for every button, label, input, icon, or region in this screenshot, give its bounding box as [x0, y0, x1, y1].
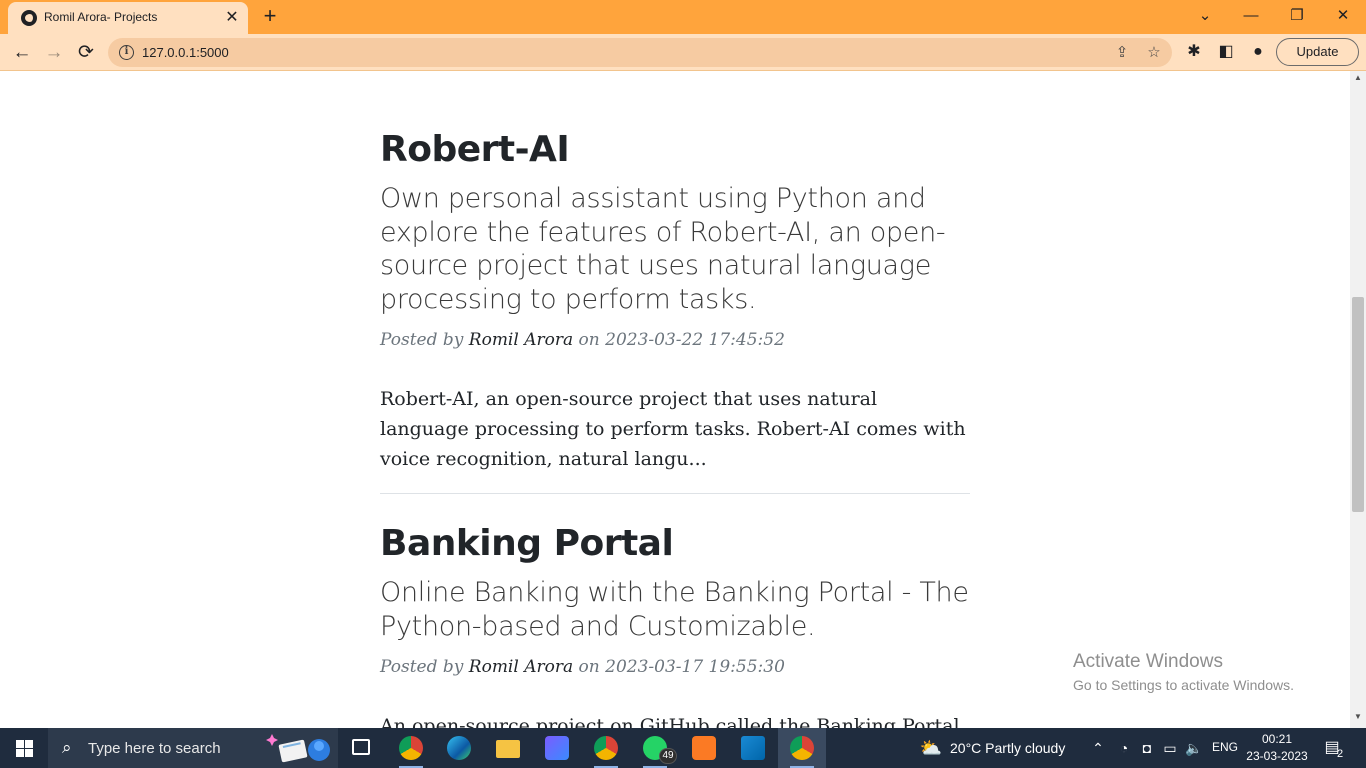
post-divider [380, 493, 970, 494]
notification-count: 2 [1337, 748, 1344, 760]
windows-logo-icon [16, 740, 24, 748]
minimize-button[interactable]: — [1236, 3, 1266, 29]
share-icon[interactable]: ⇪ [1112, 43, 1132, 63]
volume-icon[interactable]: 🔈 [1184, 738, 1204, 758]
post-author-link[interactable]: Romil Arora [469, 657, 573, 677]
post-subtitle[interactable]: Own personal assistant using Python and … [380, 182, 970, 316]
windows-taskbar: ⌕ Type here to search 49 ⛅ 20°C Partly c… [0, 728, 1366, 768]
search-icon: ⌕ [62, 738, 72, 757]
chrome-icon [399, 736, 423, 760]
task-view-button[interactable] [338, 728, 386, 768]
unread-count-badge: 49 [659, 748, 677, 764]
address-bar[interactable]: i 127.0.0.1:5000 ⇪ ☆ [108, 38, 1172, 67]
taskbar-clock[interactable]: 00:21 23-03-2023 [1246, 731, 1308, 765]
bookmark-star-icon[interactable]: ☆ [1144, 43, 1164, 63]
extensions-puzzle-icon[interactable]: ✱ [1183, 41, 1205, 63]
xampp-icon [692, 736, 716, 760]
post-author-link[interactable]: Romil Arora [469, 330, 573, 350]
battery-icon[interactable]: ▭ [1160, 738, 1180, 758]
post-excerpt: Robert-AI, an open-source project that u… [380, 388, 966, 470]
close-tab-icon[interactable]: ✕ [222, 8, 242, 28]
task-view-icon [352, 739, 370, 755]
profile-avatar-icon[interactable]: ● [1247, 41, 1269, 63]
vscode-icon [741, 736, 765, 760]
forward-button[interactable]: → [40, 39, 68, 67]
scroll-up-arrow-icon[interactable]: ▲ [1350, 73, 1366, 87]
tab-search-icon[interactable]: ⌄ [1190, 3, 1220, 29]
start-button[interactable] [0, 728, 48, 768]
post-preview[interactable]: Robert-AI Own personal assistant using P… [380, 129, 970, 474]
post-meta: Posted by Romil Arora on 2023-03-17 19:5… [380, 657, 970, 677]
new-tab-button[interactable]: + [258, 5, 282, 29]
taskbar-whatsapp[interactable]: 49 [631, 728, 679, 768]
post-meta: Posted by Romil Arora on 2023-03-22 17:4… [380, 330, 970, 350]
taskbar-chrome-active[interactable] [778, 728, 826, 768]
taskbar-app-hexagon[interactable] [533, 728, 581, 768]
watermark-subtitle: Go to Settings to activate Windows. [1073, 677, 1294, 693]
network-icon[interactable]: ◔ [1114, 738, 1134, 758]
chrome-icon [594, 736, 618, 760]
scrollbar-thumb[interactable] [1352, 297, 1364, 512]
taskbar-chrome-profile-2[interactable] [582, 728, 630, 768]
globe-icon [21, 10, 37, 26]
search-placeholder: Type here to search [88, 740, 221, 757]
chrome-icon [790, 736, 814, 760]
edge-icon [447, 736, 471, 760]
page-scrollbar[interactable]: ▲ ▼ [1350, 71, 1366, 728]
chevron-up-icon[interactable]: ⌃ [1088, 738, 1108, 758]
side-panel-icon[interactable]: ◧ [1215, 41, 1237, 63]
page-viewport: Robert-AI Own personal assistant using P… [0, 71, 1350, 728]
clock-date: 23-03-2023 [1246, 749, 1308, 763]
weather-text[interactable]: 20°C Partly cloudy [950, 740, 1065, 756]
activate-windows-watermark: Activate Windows Go to Settings to activ… [1073, 651, 1294, 693]
post-title[interactable]: Banking Portal [380, 523, 970, 564]
browser-tab-active[interactable]: Romil Arora- Projects ✕ [8, 2, 248, 34]
clock-time: 00:21 [1261, 732, 1293, 746]
update-button[interactable]: Update [1276, 38, 1359, 66]
language-indicator[interactable]: ENG [1212, 740, 1238, 754]
post-title[interactable]: Robert-AI [380, 129, 970, 170]
app-hexagon-icon [545, 736, 569, 760]
taskbar-xampp[interactable] [680, 728, 728, 768]
restore-button[interactable]: ❐ [1282, 3, 1312, 29]
post-date: 2023-03-17 19:55:30 [605, 657, 785, 677]
meta-prefix: Posted by [380, 330, 469, 350]
meet-now-icon[interactable]: ◘ [1137, 738, 1157, 758]
close-window-button[interactable]: ✕ [1328, 3, 1358, 29]
browser-tab-strip: Romil Arora- Projects ✕ + ⌄ — ❐ ✕ [0, 0, 1366, 34]
taskbar-chrome-profile-1[interactable] [387, 728, 435, 768]
scroll-down-arrow-icon[interactable]: ▼ [1350, 712, 1366, 726]
url-text[interactable]: 127.0.0.1:5000 [142, 45, 229, 60]
weather-icon[interactable]: ⛅ [918, 738, 944, 758]
post-date: 2023-03-22 17:45:52 [605, 330, 785, 350]
reload-button[interactable]: ⟳ [72, 39, 100, 67]
post-preview[interactable]: Banking Portal Online Banking with the B… [380, 523, 970, 728]
taskbar-vscode[interactable] [729, 728, 777, 768]
back-button[interactable]: ← [8, 39, 36, 67]
taskbar-search-box[interactable]: ⌕ Type here to search [48, 728, 338, 768]
taskbar-file-explorer[interactable] [484, 728, 532, 768]
watermark-title: Activate Windows [1073, 651, 1223, 672]
folder-icon [496, 740, 520, 758]
meta-on: on [573, 330, 606, 350]
tab-title: Romil Arora- Projects [44, 10, 158, 24]
meta-prefix: Posted by [380, 657, 469, 677]
search-highlight-icon [266, 734, 330, 763]
post-subtitle[interactable]: Online Banking with the Banking Portal -… [380, 576, 970, 643]
site-info-icon[interactable]: i [119, 45, 134, 60]
taskbar-edge[interactable] [435, 728, 483, 768]
meta-on: on [573, 657, 606, 677]
browser-toolbar: ← → ⟳ i 127.0.0.1:5000 ⇪ ☆ ✱ ◧ ● Update [0, 34, 1366, 71]
post-excerpt: An open-source project on GitHub called … [380, 715, 960, 728]
